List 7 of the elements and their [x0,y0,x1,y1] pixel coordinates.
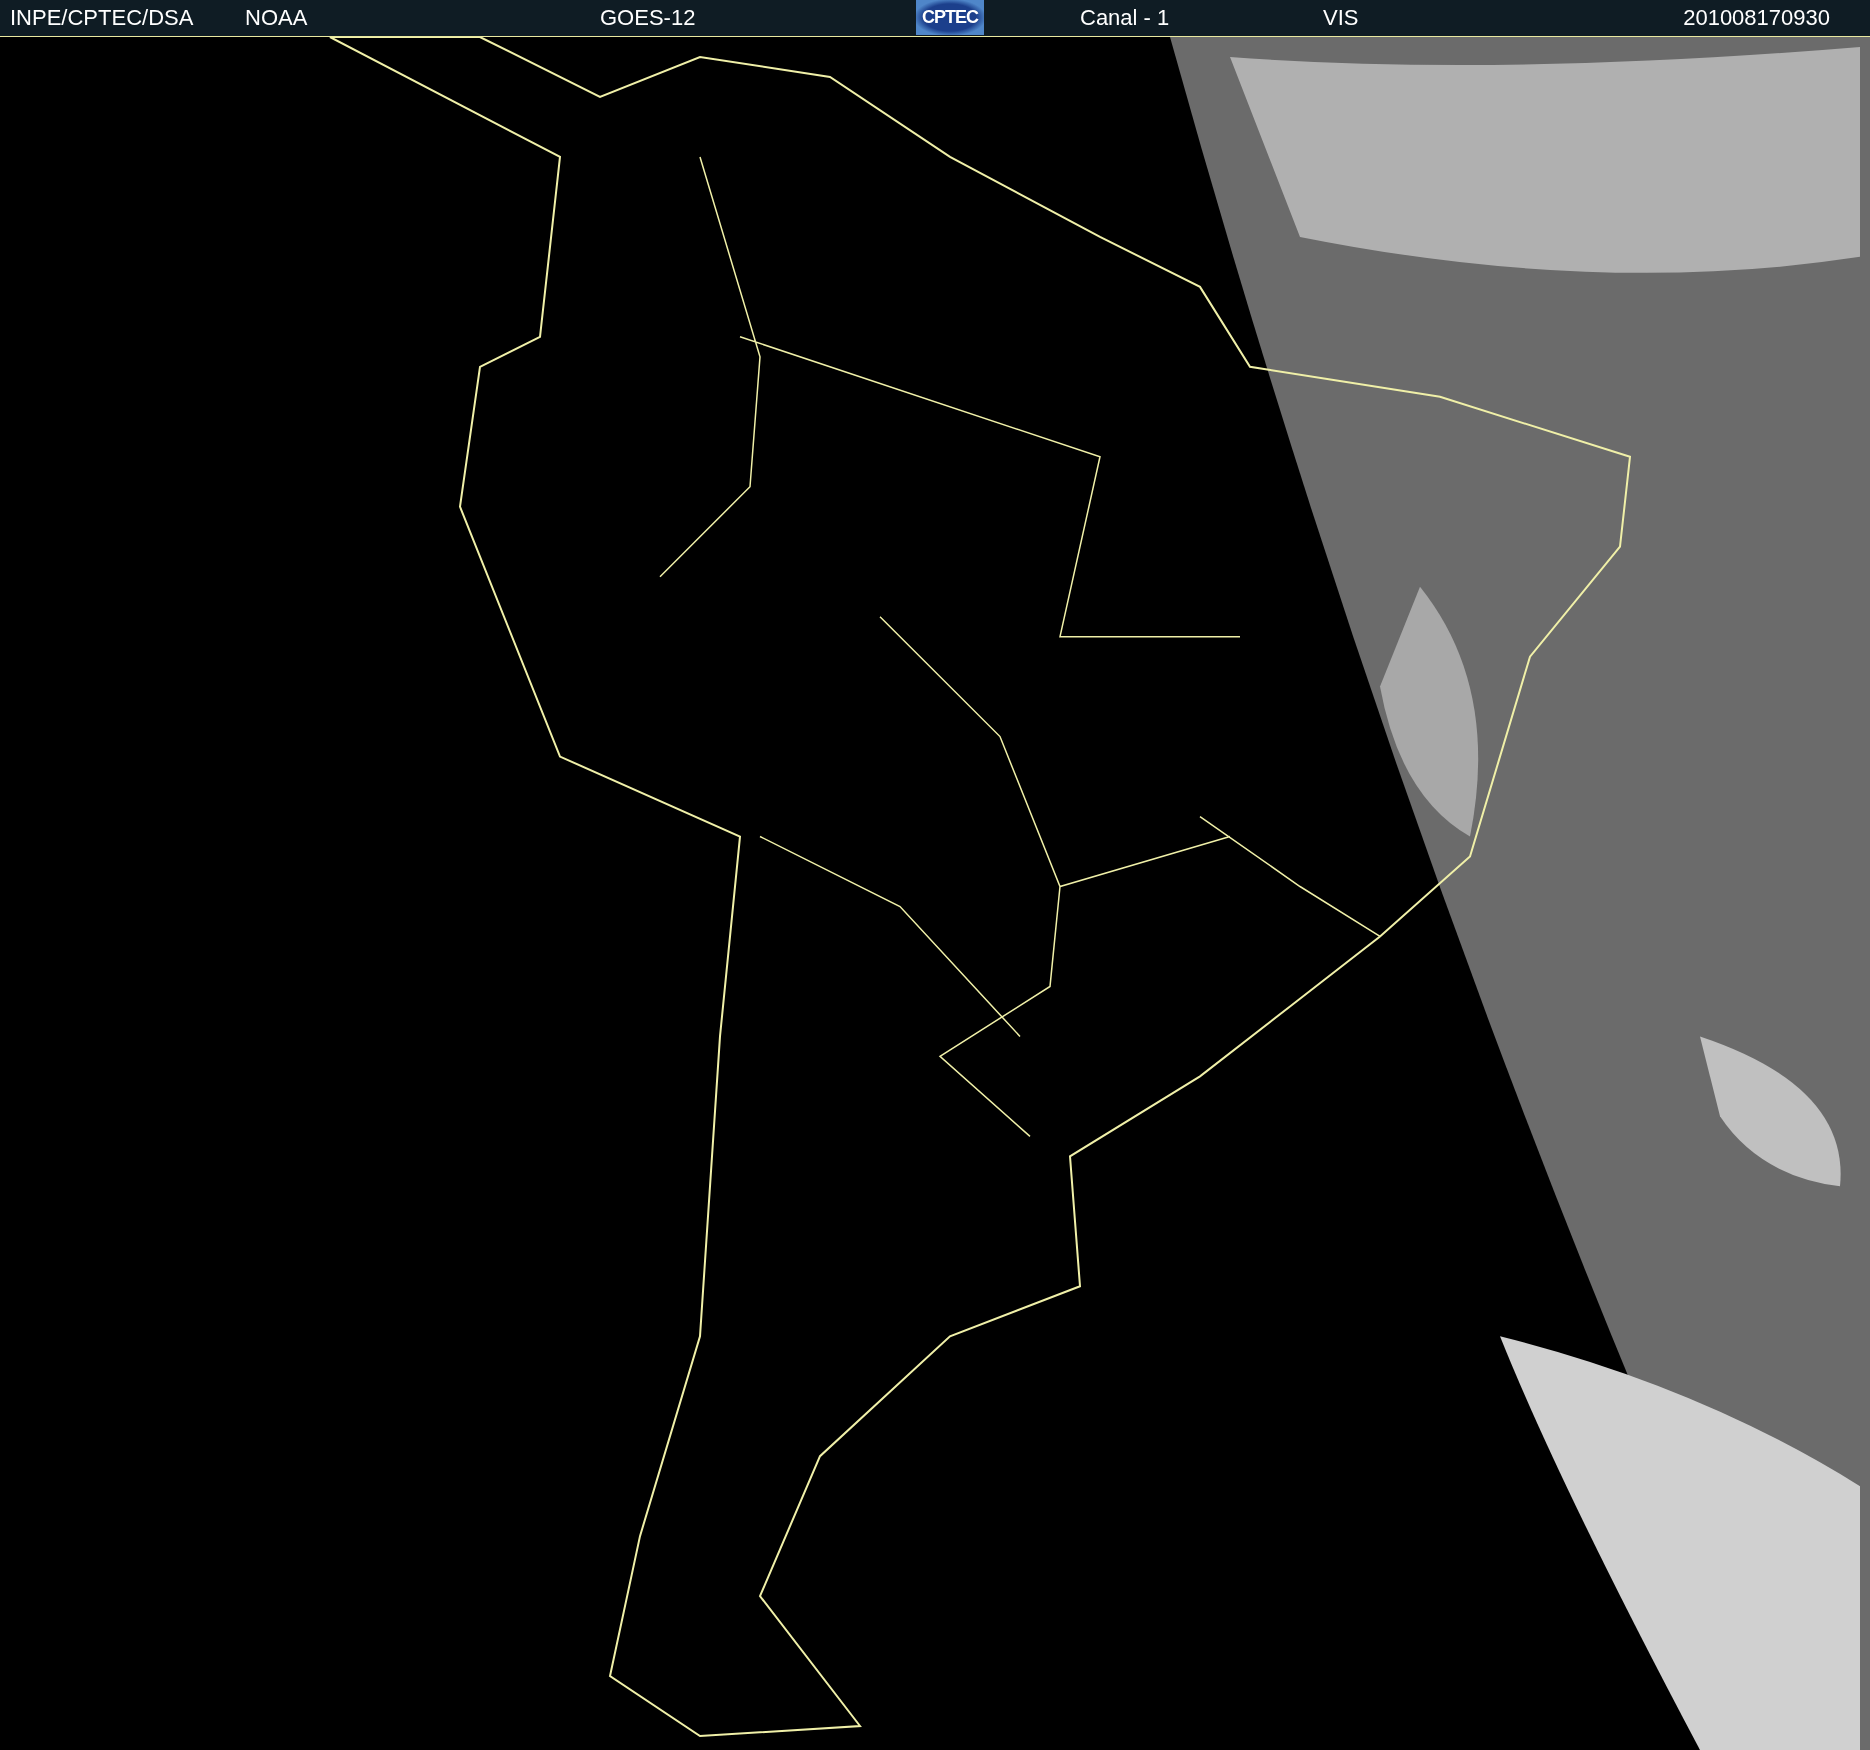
logo: CPTEC [916,0,984,35]
agency-label: NOAA [245,5,308,31]
satellite-label: GOES-12 [600,5,696,31]
channel-label: Canal - 1 [1080,5,1170,31]
source-label: INPE/CPTEC/DSA [10,5,194,31]
timestamp-label: 201008170930 [1683,5,1830,31]
band-label: VIS [1323,5,1359,31]
